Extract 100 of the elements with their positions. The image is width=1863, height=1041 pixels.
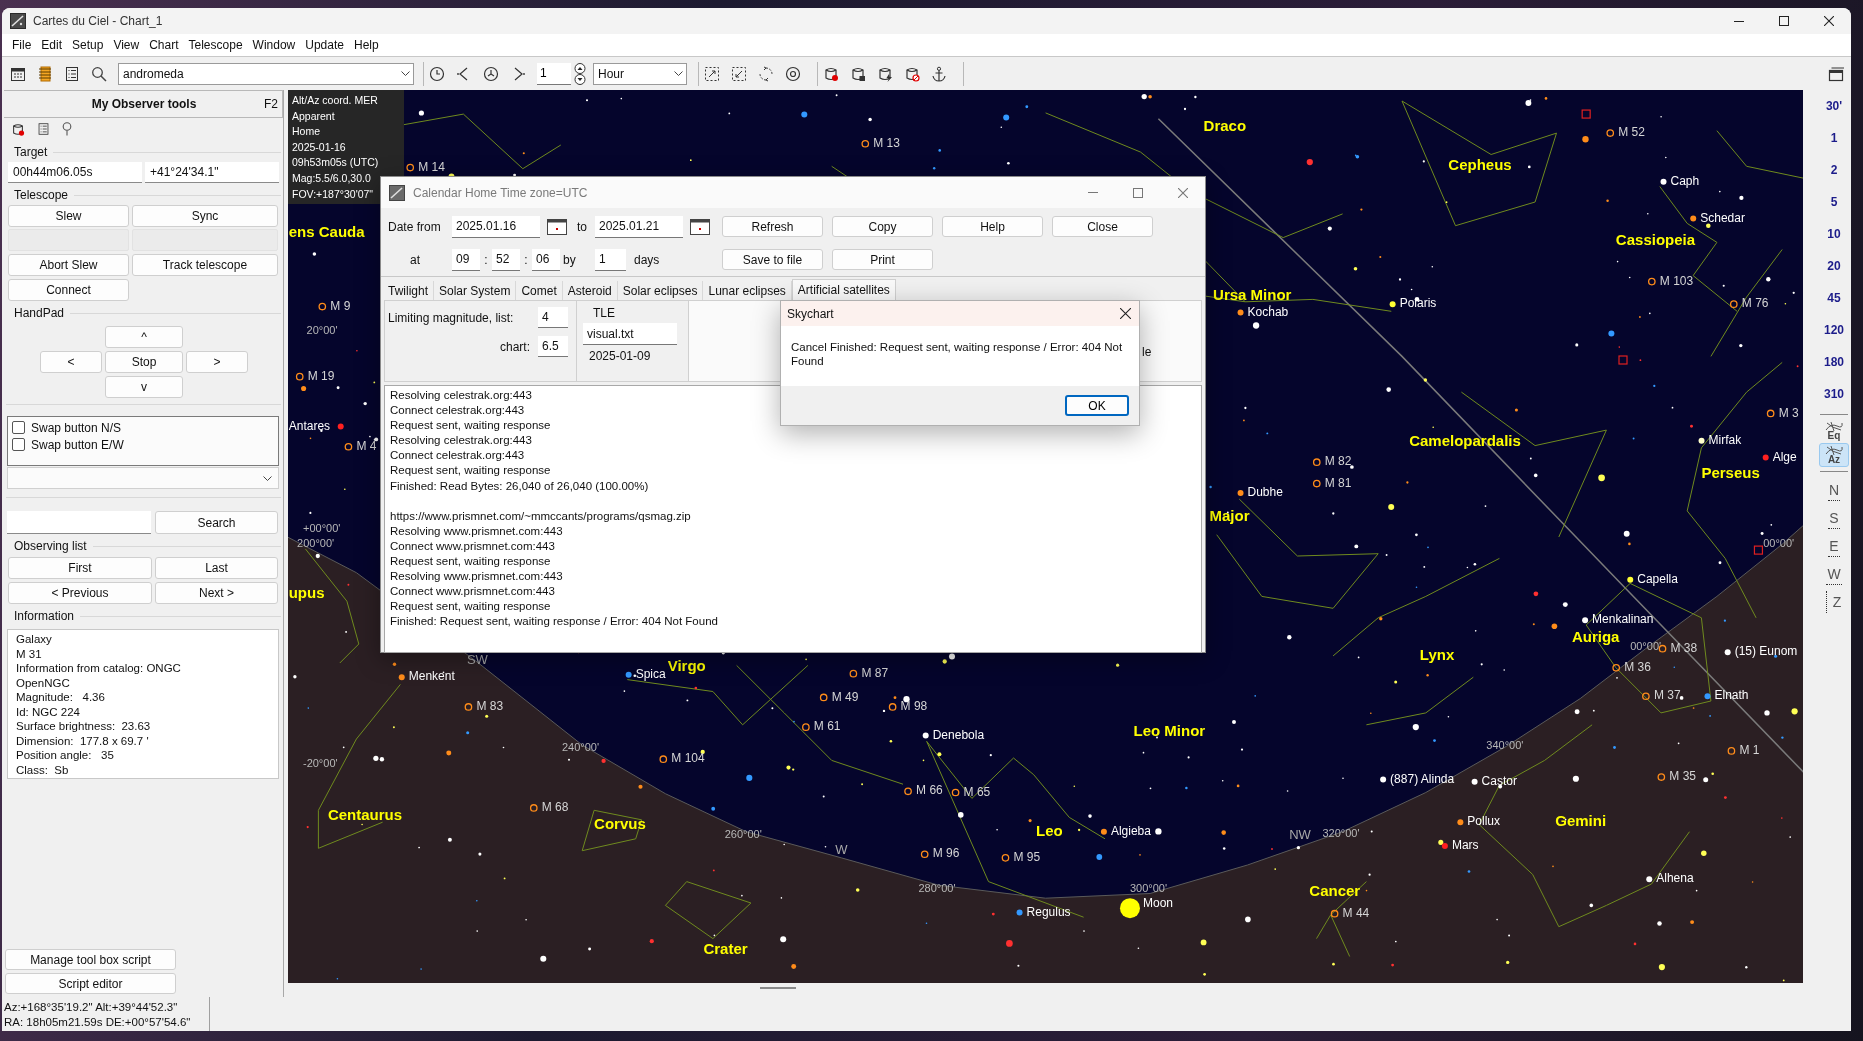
stop-button[interactable]: Stop: [105, 351, 183, 373]
calendar-icon[interactable]: [690, 218, 710, 235]
field-of-view-button[interactable]: 2: [1818, 154, 1850, 186]
refresh-button[interactable]: Refresh: [722, 216, 823, 237]
step-field[interactable]: 1: [537, 62, 571, 85]
menu-item[interactable]: File: [7, 36, 37, 54]
field-of-view-button[interactable]: 120: [1818, 314, 1850, 346]
tab[interactable]: Comet: [516, 281, 563, 300]
previous-button[interactable]: < Previous: [8, 582, 152, 604]
second-field[interactable]: 06: [532, 248, 560, 271]
tle-file-field[interactable]: visual.txt: [583, 323, 677, 345]
direction-button[interactable]: S: [1828, 507, 1840, 529]
first-button[interactable]: First: [8, 557, 152, 579]
copy-button[interactable]: Copy: [832, 216, 933, 237]
tab[interactable]: Artificial satellites: [791, 279, 896, 300]
sync-button[interactable]: Sync: [132, 205, 278, 227]
left-button[interactable]: <: [40, 351, 102, 373]
calendar-icon[interactable]: [10, 65, 26, 82]
clock-icon[interactable]: [429, 65, 445, 82]
shrink-frame-icon[interactable]: [731, 65, 747, 82]
ok-button[interactable]: OK: [1065, 395, 1129, 416]
direction-button[interactable]: W: [1826, 563, 1842, 585]
script-editor-button[interactable]: Script editor: [5, 973, 176, 994]
menu-item[interactable]: Update: [300, 36, 349, 54]
calendar-icon[interactable]: [547, 218, 567, 235]
start-date-field[interactable]: 2025.01.16: [452, 215, 540, 238]
direction-button[interactable]: E: [1828, 535, 1840, 557]
print-button[interactable]: Print: [832, 249, 933, 270]
limit-chart-field[interactable]: 6.5: [538, 336, 568, 357]
expand-frame-icon[interactable]: [704, 65, 720, 82]
checkbox[interactable]: [12, 438, 25, 451]
direction-button[interactable]: Z: [1825, 591, 1843, 613]
constellation-label: Centaurus: [327, 806, 403, 824]
search-icon[interactable]: [91, 65, 107, 82]
pin-icon[interactable]: [62, 122, 72, 136]
disk-lock-icon[interactable]: [850, 65, 866, 82]
deep-sky-object-label: M 13: [873, 135, 900, 150]
field-of-view-button[interactable]: 20: [1818, 250, 1850, 282]
search-field[interactable]: andromeda: [118, 62, 414, 85]
field-of-view-button[interactable]: 45: [1818, 282, 1850, 314]
hour-field[interactable]: 09: [452, 248, 480, 271]
track-telescope-button[interactable]: Track telescope: [132, 254, 278, 276]
menu-item[interactable]: Chart: [144, 36, 184, 54]
connect-button[interactable]: Connect: [8, 279, 129, 301]
menu-item[interactable]: Telescope: [183, 36, 248, 54]
spin-arrows-icon[interactable]: [573, 62, 587, 85]
field-of-view-button[interactable]: 180: [1818, 346, 1850, 378]
limit-list-field[interactable]: 4: [538, 307, 568, 328]
menu-item[interactable]: Setup: [67, 36, 109, 54]
window-stack-icon[interactable]: [1828, 65, 1844, 82]
tab[interactable]: Solar System: [434, 281, 517, 300]
last-button[interactable]: Last: [155, 557, 278, 579]
save-to-file-button[interactable]: Save to file: [722, 249, 823, 270]
up-button[interactable]: ^: [105, 326, 183, 348]
field-of-view-button[interactable]: 10: [1818, 218, 1850, 250]
menu-item[interactable]: Help: [348, 36, 384, 54]
right-button[interactable]: >: [186, 351, 248, 373]
down-button[interactable]: v: [105, 376, 183, 398]
anchor-icon[interactable]: [931, 65, 947, 82]
grid-mode-button[interactable]: Az: [1819, 443, 1849, 467]
field-of-view-button[interactable]: 5: [1818, 186, 1850, 218]
search-button[interactable]: Search: [155, 511, 278, 534]
tab[interactable]: Asteroid: [562, 281, 618, 300]
menu-item[interactable]: Edit: [36, 36, 68, 54]
tab[interactable]: Solar eclipses: [617, 281, 704, 300]
abort-slew-button[interactable]: Abort Slew: [8, 254, 129, 276]
tab[interactable]: Twilight: [383, 281, 434, 300]
field-of-view-button[interactable]: 310: [1818, 378, 1850, 410]
disk-flash-icon[interactable]: [877, 65, 893, 82]
target-icon[interactable]: [785, 65, 801, 82]
help-button[interactable]: Help: [942, 216, 1043, 237]
star-name-label: Castor: [1481, 773, 1517, 788]
menu-item[interactable]: View: [108, 36, 145, 54]
minute-field[interactable]: 52: [492, 248, 520, 271]
close-button[interactable]: Close: [1052, 216, 1153, 237]
dec-field[interactable]: +41°24'34.1": [145, 162, 279, 183]
slew-button[interactable]: Slew: [8, 205, 129, 227]
message-text: Cancel Finished: Request sent, waiting response / Error: 404 Not Found: [791, 340, 1124, 368]
menu-item[interactable]: Window: [247, 36, 301, 54]
direction-button[interactable]: N: [1827, 479, 1841, 501]
chart-info-text: 2025-01-16: [292, 139, 346, 155]
grid-mode-button[interactable]: Eq: [1819, 419, 1849, 443]
stacked-list-icon[interactable]: [37, 65, 53, 82]
splitter-handle[interactable]: [760, 987, 796, 989]
end-date-field[interactable]: 2025.01.21: [595, 215, 683, 238]
next-button[interactable]: Next >: [155, 582, 278, 604]
ra-field[interactable]: 00h44m06.05s: [8, 162, 142, 183]
step-days-field[interactable]: 1: [595, 248, 626, 271]
clock-icon[interactable]: [483, 65, 499, 82]
manage-script-button[interactable]: Manage tool box script: [5, 949, 176, 970]
disk-cancel-icon[interactable]: [904, 65, 920, 82]
checkbox[interactable]: [12, 421, 25, 434]
field-of-view-button[interactable]: 30': [1818, 90, 1850, 122]
deep-sky-object-label: M 82: [1324, 454, 1352, 469]
time-unit-dropdown[interactable]: Hour: [593, 62, 687, 85]
list-icon[interactable]: [64, 65, 80, 82]
field-of-view-button[interactable]: 1: [1818, 122, 1850, 154]
search-input[interactable]: [7, 511, 151, 534]
observing-list-label: Observing list: [14, 539, 87, 553]
rotate-arrows-icon[interactable]: [758, 65, 774, 82]
